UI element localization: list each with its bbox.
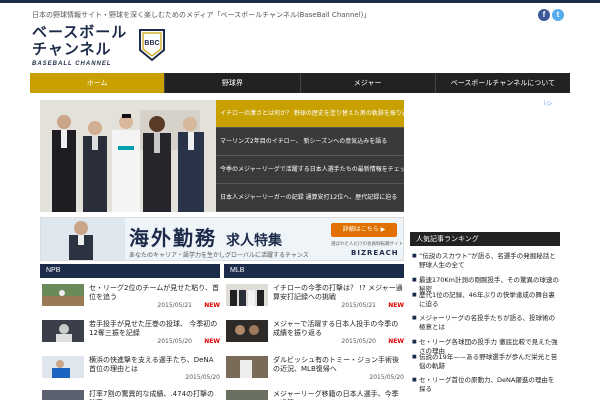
news-thumbnail [226,284,268,306]
hero-headline[interactable]: 今季のメジャーリーグで活躍する日本人選手たちの最新情報をチェック [216,156,404,184]
ad-title-suffix: 求人特集 [225,233,282,249]
news-title[interactable]: 打率7割の驚異的な成績、.474の打撃の秘密 [89,390,219,400]
news-title[interactable]: 横浜の快進撃を支える選手たち、DeNA首位の理由とは [89,356,219,374]
nav-item-baseball[interactable]: 野球界 [165,73,301,93]
site-logo[interactable]: ベースボール チャンネル BASEBALL CHANNEL BBC [30,24,170,68]
new-badge: NEW [388,338,404,345]
businessman-photo [41,218,125,260]
nav-item-about[interactable]: ベースボールチャンネルについて [436,73,570,93]
ad-choices-icon[interactable]: i ▷ [544,100,560,108]
npb-section-header[interactable]: NPB [40,264,220,278]
main-nav: ホーム 野球界 メジャー ベースボールチャンネルについて [30,73,570,93]
news-title[interactable]: メジャーで活躍する日本人投手の今季の成績を振り返る [273,320,403,338]
news-item[interactable]: メジャーリーグ移籍の日本人選手、今季の通算40 [226,388,404,400]
ad-detail-button[interactable]: 詳細はこちら ▶ [331,223,397,237]
ad-title: 海外勤務 求人特集 [129,222,282,251]
nav-item-home[interactable]: ホーム [30,73,166,93]
news-thumbnail [42,356,84,378]
hero-photo[interactable] [40,100,216,212]
news-thumbnail [42,284,84,306]
news-date: 2015/05/20 [185,374,220,381]
news-title[interactable]: イチローの今季の打撃は？ !? メジャー通算安打記録への挑戦 [273,284,403,302]
ranking-item[interactable]: “伝説のスカウト”が語る、名選手の発掘秘話と野球人生の全て [410,252,560,270]
logo-english: BASEBALL CHANNEL [32,61,112,67]
news-item[interactable]: 打率7割の驚異的な成績、.474の打撃の秘密 [42,388,220,400]
news-item[interactable]: イチローの今季の打撃は？ !? メジャー通算安打記録への挑戦 2015/05/2… [226,282,404,312]
news-date: 2015/05/20 [157,338,192,345]
hero-headline-list: イチローの凄さとは何か？ 野球の歴史を塗り替えた男の軌跡を振り返る特集記事 マー… [216,100,404,212]
hero-headline[interactable]: マーリンズ2年目のイチロー、 新シーズンへの意気込みを語る [216,128,404,156]
news-thumbnail [42,390,84,400]
news-title[interactable]: 若手投手が見せた圧巻の投球、 今季初の12奪三振を記録 [89,320,219,338]
ad-subtitle: あなたのキャリア・語学力を生かしグローバルに活躍するチャンス [129,252,309,259]
news-item[interactable]: セ・リーグ2位のチームが見せた粘り、首位を追う 2015/05/21 NEW [42,282,220,312]
news-item[interactable]: メジャーで活躍する日本人投手の今季の成績を振り返る 2015/05/20 NEW [226,318,404,348]
news-item[interactable]: 若手投手が見せた圧巻の投球、 今季初の12奪三振を記録 2015/05/20 N… [42,318,220,348]
top-bar: 日本の野球情報サイト・野球を深く楽しむためのメディア「ベースボールチャンネル(B… [0,0,600,22]
ad-brand-logo: BIZREACH [351,249,399,257]
twitter-icon[interactable]: t [552,9,564,21]
new-badge: NEW [204,302,220,309]
news-title[interactable]: セ・リーグ2位のチームが見せた粘り、首位を追う [89,284,219,302]
mlb-section-header[interactable]: MLB [224,264,404,278]
news-date: 2015/05/21 [157,302,192,309]
news-item[interactable]: ダルビッシュ有のトミー・ジョン手術後の近況、MLB復帰へ 2015/05/20 [226,354,404,384]
logo-line-1: ベースボール [32,23,128,41]
news-date: 2015/05/20 [341,338,376,345]
press-conference-photo [40,100,216,212]
news-thumbnail [226,356,268,378]
ranking-item[interactable]: メジャーリーグの名投手たちが語る、投球術の極意とは [410,314,560,332]
news-date: 2015/05/20 [369,374,404,381]
new-badge: NEW [204,338,220,345]
news-title[interactable]: メジャーリーグ移籍の日本人選手、今季の通算40 [273,390,403,400]
nav-item-major[interactable]: メジャー [301,73,436,93]
home-plate-emblem-icon: BBC [139,29,165,62]
ad-banner[interactable]: 海外勤務 求人特集 あなたのキャリア・語学力を生かしグローバルに活躍するチャンス… [40,217,404,261]
hero-headline[interactable]: 日本人メジャーリーガーの記録 通算安打12位へ、歴代記録に迫る [216,184,404,212]
news-date: 2015/05/21 [341,302,376,309]
news-title[interactable]: ダルビッシュ有のトミー・ジョン手術後の近況、MLB復帰へ [273,356,403,374]
new-badge: NEW [388,302,404,309]
emblem-text: BBC [144,40,159,47]
ad-note: 選ばれた人だけの会員制転職サイト [331,242,403,247]
sidebar-ranking-header: 人気記事ランキング [410,232,560,246]
site-tagline: 日本の野球情報サイト・野球を深く楽しむためのメディア「ベースボールチャンネル(B… [32,11,371,19]
ranking-item[interactable]: 歴代1位の記録、46年ぶりの快挙達成の舞台裏に迫る [410,291,560,309]
ranking-item[interactable]: 伝説の19年——ある野球選手が歩んだ栄光と苦悩の軌跡 [410,353,560,371]
news-thumbnail [226,390,268,400]
hero-headline[interactable]: イチローの凄さとは何か？ 野球の歴史を塗り替えた男の軌跡を振り返る特集記事 [216,100,404,128]
ad-title-main: 海外勤務 [129,226,217,250]
logo-wordmark: ベースボール チャンネル [32,24,127,58]
news-thumbnail [42,320,84,342]
logo-line-2: チャンネル [32,40,112,58]
facebook-icon[interactable]: f [538,9,550,21]
news-thumbnail [226,320,268,342]
news-item[interactable]: 横浜の快進撃を支える選手たち、DeNA首位の理由とは 2015/05/20 [42,354,220,384]
ranking-item[interactable]: セ・リーグ首位の原動力、DeNA躍進の理由を探る [410,376,560,394]
